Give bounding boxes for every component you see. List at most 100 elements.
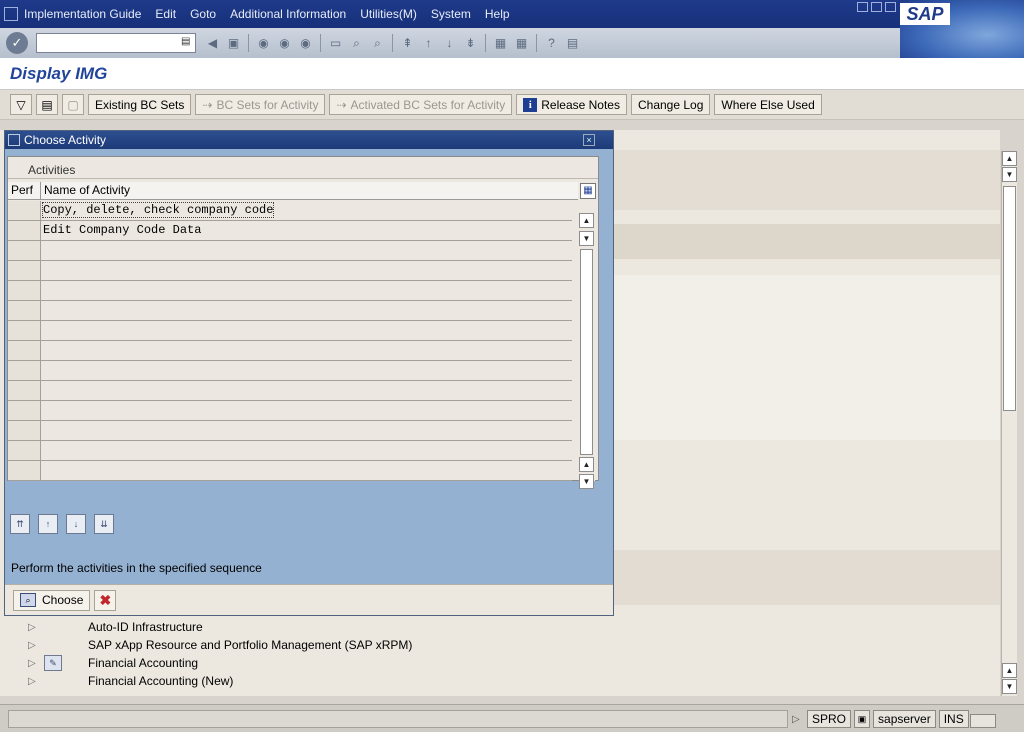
resize-grip[interactable] [970, 714, 996, 728]
activity-button[interactable]: ▢ [62, 94, 84, 115]
activities-table: Activities Perf Name of Activity ▦ Copy,… [7, 156, 599, 489]
scroll-up-bottom-icon[interactable]: ▲ [1002, 663, 1017, 678]
status-toggle-icon[interactable]: ▷ [792, 714, 804, 725]
table-scroll-down-icon[interactable]: ▼ [579, 231, 594, 246]
column-header-name[interactable]: Name of Activity [41, 182, 578, 199]
print-icon[interactable]: ▭ [327, 35, 344, 52]
column-header-perf[interactable]: Perf [8, 182, 41, 199]
expand-subtree-button[interactable]: ▽ [10, 94, 32, 115]
table-navigation-buttons: ⇈ ↑ ↓ ⇊ [10, 514, 114, 534]
table-row[interactable]: Edit Company Code Data [8, 221, 572, 241]
dialog-footer: ⌕ Choose ✖ [5, 584, 613, 615]
find-icon[interactable]: ⌕ [348, 35, 365, 52]
table-row [8, 301, 572, 321]
where-else-used-button[interactable]: Where Else Used [714, 94, 822, 115]
expand-node-icon[interactable]: ▷ [28, 622, 38, 633]
command-field[interactable]: ▤ [36, 33, 196, 53]
save-icon[interactable]: ▣ [225, 35, 242, 52]
expand-node-icon[interactable]: ▷ [28, 676, 38, 687]
activated-bc-sets-button[interactable]: ⇢ Activated BC Sets for Activity [329, 94, 513, 115]
first-page-icon[interactable]: ⇞ [399, 35, 416, 52]
scroll-down-bottom-icon[interactable]: ▼ [1002, 679, 1017, 694]
menu-edit[interactable]: Edit [155, 7, 176, 21]
table-settings-icon[interactable]: ▦ [580, 183, 596, 199]
tree-vertical-scrollbar[interactable]: ▲ ▼ ▲ ▼ [1001, 151, 1017, 696]
minimize-icon[interactable] [857, 2, 868, 12]
next-entry-icon[interactable]: ↓ [66, 514, 86, 534]
title-bar: Display IMG [0, 58, 1024, 90]
table-vertical-scrollbar[interactable]: ▲ ▼ ▲ ▼ [579, 201, 595, 489]
maximize-icon[interactable] [871, 2, 882, 12]
enter-check-icon[interactable]: ✓ [6, 32, 28, 54]
table-row [8, 241, 572, 261]
cancel-icon[interactable]: ◉ [297, 35, 314, 52]
dialog-close-icon[interactable]: × [583, 134, 595, 146]
session-info-icon[interactable]: ▣ [854, 710, 871, 728]
tree-node[interactable]: ▷ ✎ Financial Accounting [28, 654, 198, 672]
menu-system[interactable]: System [431, 7, 471, 21]
find-next-icon[interactable]: ⌕ [369, 35, 386, 52]
scroll-down-icon[interactable]: ▼ [1002, 167, 1017, 182]
transaction-code: SPRO [807, 710, 852, 728]
release-notes-button[interactable]: i Release Notes [516, 94, 627, 115]
bc-sets-for-activity-button[interactable]: ⇢ BC Sets for Activity [195, 94, 326, 115]
activity-name[interactable]: Edit Company Code Data [43, 223, 201, 237]
table-rows: Copy, delete, check company code Edit Co… [8, 201, 572, 481]
close-window-icon[interactable] [885, 2, 896, 12]
table-scroll-thumb[interactable] [580, 249, 593, 455]
cancel-button[interactable]: ✖ [94, 589, 117, 611]
menu-implementation-guide[interactable]: Implementation Guide [24, 7, 141, 21]
last-entry-icon[interactable]: ⇊ [94, 514, 114, 534]
tree-node[interactable]: ▷ Auto-ID Infrastructure [28, 618, 203, 636]
documentation-icon[interactable]: ✎ [44, 655, 62, 671]
command-history-icon[interactable]: ▤ [181, 36, 193, 50]
shortcut-icon[interactable]: ▦ [513, 35, 530, 52]
row-selector[interactable] [8, 201, 41, 220]
exit-icon[interactable]: ◉ [276, 35, 293, 52]
tree-node[interactable]: ▷ SAP xApp Resource and Portfolio Manage… [28, 636, 412, 654]
table-header: Perf Name of Activity [8, 182, 578, 200]
help-icon[interactable]: ? [543, 35, 560, 52]
menu-utilities[interactable]: Utilities(M) [360, 7, 417, 21]
activity-name[interactable]: Copy, delete, check company code [41, 202, 275, 218]
sequence-hint: Perform the activities in the specified … [11, 561, 262, 575]
choose-button[interactable]: ⌕ Choose [13, 589, 91, 611]
tree-node[interactable]: ▷ Financial Accounting (New) [28, 672, 233, 690]
scroll-thumb[interactable] [1003, 186, 1016, 411]
page-title: Display IMG [10, 64, 108, 83]
change-log-button[interactable]: Change Log [630, 94, 711, 115]
table-row [8, 261, 572, 281]
existing-bc-sets-button[interactable]: Existing BC Sets [88, 94, 192, 115]
last-page-icon[interactable]: ⇟ [462, 35, 479, 52]
previous-entry-icon[interactable]: ↑ [38, 514, 58, 534]
table-scroll-down-bottom-icon[interactable]: ▼ [579, 474, 594, 489]
scroll-up-icon[interactable]: ▲ [1002, 151, 1017, 166]
bc-set-activated-icon: ⇢ [336, 97, 347, 112]
expand-node-icon[interactable]: ▷ [28, 640, 38, 651]
back-icon[interactable]: ◉ [255, 35, 272, 52]
activated-bc-sets-label: Activated BC Sets for Activity [350, 97, 506, 112]
choose-icon: ⌕ [20, 593, 36, 607]
next-page-icon[interactable]: ↓ [441, 35, 458, 52]
menu-help[interactable]: Help [485, 7, 510, 21]
dialog-icon [8, 134, 20, 146]
first-entry-icon[interactable]: ⇈ [10, 514, 30, 534]
table-row[interactable]: Copy, delete, check company code [8, 201, 572, 221]
row-selector[interactable] [8, 221, 41, 240]
table-scroll-up-icon[interactable]: ▲ [579, 213, 594, 228]
insert-mode[interactable]: INS [938, 710, 969, 728]
previous-page-icon[interactable]: ↑ [420, 35, 437, 52]
command-input[interactable] [37, 34, 177, 52]
window-menu-icon[interactable] [4, 7, 18, 21]
menu-goto[interactable]: Goto [190, 7, 216, 21]
table-row [8, 441, 572, 461]
menu-additional-information[interactable]: Additional Information [230, 7, 346, 21]
documentation-button[interactable]: ▤ [36, 94, 58, 115]
expand-node-icon[interactable]: ▷ [28, 658, 38, 669]
layout-menu-icon[interactable]: ▤ [564, 35, 581, 52]
table-row [8, 281, 572, 301]
back-arrow-icon[interactable]: ◀ [204, 35, 221, 52]
new-session-icon[interactable]: ▦ [492, 35, 509, 52]
table-scroll-up-bottom-icon[interactable]: ▲ [579, 457, 594, 472]
application-toolbar: ▽ ▤ ▢ Existing BC Sets ⇢ BC Sets for Acti… [0, 90, 1024, 120]
